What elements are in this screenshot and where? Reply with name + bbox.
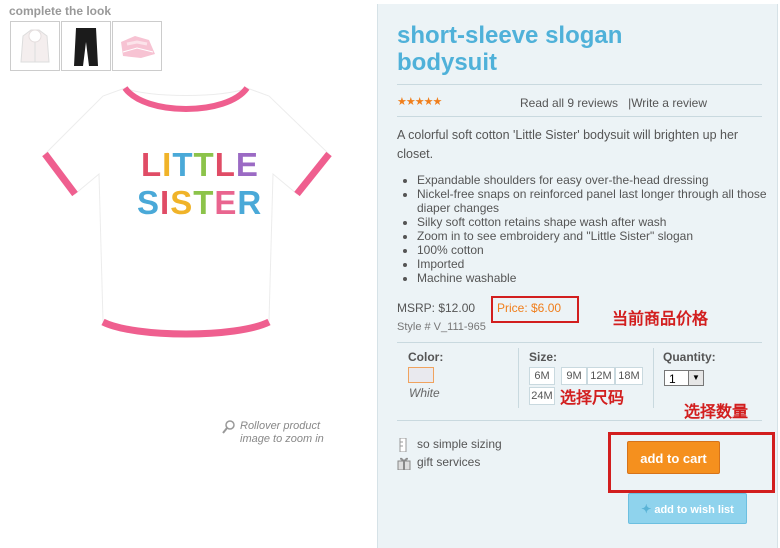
- divider: [397, 84, 762, 85]
- complete-the-look-title: complete the look: [9, 4, 112, 18]
- style-number: Style # V_111-965: [397, 321, 486, 333]
- sizing-label: so simple sizing: [417, 437, 502, 451]
- feature-item: Machine washable: [417, 271, 777, 285]
- divider: [518, 348, 519, 408]
- zoom-hint-text: Rollover product image to zoom in: [240, 420, 324, 445]
- gift-icon: [397, 457, 411, 470]
- thumbnail-pants[interactable]: [61, 21, 111, 71]
- feature-item: Nickel-free snaps on reinforced panel la…: [417, 187, 777, 215]
- size-label: Size:: [529, 350, 558, 364]
- rating-stars-icon: ★★★★★: [397, 96, 442, 108]
- msrp-price: MSRP: $12.00: [397, 301, 476, 315]
- annotation-price: 当前商品价格: [612, 311, 709, 328]
- product-gallery: complete the look LITTLE SISTER Rollover…: [0, 0, 376, 548]
- size-option-18m[interactable]: 18M: [615, 367, 643, 385]
- dropdown-arrow-icon: ▼: [688, 371, 703, 385]
- product-description: A colorful soft cotton 'Little Sister' b…: [397, 128, 739, 161]
- thumbnail-jacket[interactable]: [10, 21, 60, 71]
- feature-item: 100% cotton: [417, 243, 777, 257]
- feature-item: Imported: [417, 257, 777, 271]
- magnifier-icon: [222, 420, 235, 434]
- gift-label: gift services: [417, 455, 481, 469]
- size-option-24m[interactable]: 24M: [529, 387, 555, 405]
- feature-item: Expandable shoulders for easy over-the-h…: [417, 173, 777, 187]
- thumbnail-skirt[interactable]: [112, 21, 162, 71]
- color-label: Color:: [408, 350, 444, 364]
- add-to-wish-list-button[interactable]: ✦ add to wish list: [628, 493, 747, 524]
- product-image-bodysuit[interactable]: LITTLE SISTER: [37, 76, 337, 346]
- current-price: Price: $6.00: [497, 301, 562, 315]
- color-swatch-white[interactable]: [408, 367, 434, 383]
- svg-text:SISTER: SISTER: [137, 184, 262, 221]
- feature-item: Silky soft cotton retains shape wash aft…: [417, 215, 777, 229]
- size-option-12m[interactable]: 12M: [587, 367, 615, 385]
- size-option-6m[interactable]: 6M: [529, 367, 555, 385]
- divider: [653, 348, 654, 408]
- divider: [397, 116, 762, 117]
- reviews-links: Read all 9 reviews |Write a review: [520, 96, 707, 110]
- annotation-size: 选择尺码: [560, 390, 625, 407]
- quantity-label: Quantity:: [663, 350, 716, 364]
- add-to-cart-button[interactable]: add to cart: [627, 441, 720, 474]
- divider: [397, 342, 762, 343]
- annotation-quantity: 选择数量: [684, 404, 749, 421]
- divider: [397, 420, 762, 421]
- ruler-icon: [399, 438, 407, 452]
- quantity-select[interactable]: 1 ▼: [664, 370, 704, 386]
- feature-list: Expandable shoulders for easy over-the-h…: [397, 173, 777, 285]
- feature-item: Zoom in to see embroidery and "Little Si…: [417, 229, 777, 243]
- wish-list-label: add to wish list: [654, 504, 734, 516]
- read-reviews-link[interactable]: Read all 9 reviews: [520, 96, 618, 110]
- svg-text:LITTLE: LITTLE: [141, 146, 259, 183]
- product-title: short-sleeve slogan bodysuit: [397, 22, 623, 76]
- star-icon: ✦: [641, 502, 652, 516]
- size-option-9m[interactable]: 9M: [561, 367, 587, 385]
- write-review-link[interactable]: |Write a review: [628, 96, 707, 110]
- quantity-value: 1: [669, 372, 676, 386]
- color-name: White: [409, 386, 440, 400]
